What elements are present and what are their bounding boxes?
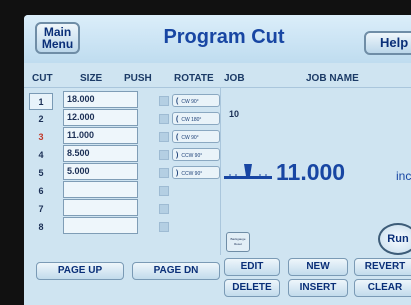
size-field[interactable]: 11.000 (63, 127, 138, 144)
main-menu-button[interactable]: Main Menu (35, 22, 80, 54)
revert-button[interactable]: REVERT (354, 258, 411, 276)
push-checkbox[interactable] (159, 204, 169, 214)
header-divider (24, 87, 411, 88)
backgauge-reset-button[interactable]: Backgauge Reset (226, 232, 250, 252)
push-checkbox[interactable] (159, 186, 169, 196)
rotate-button[interactable]: ) CCW 90° (172, 148, 220, 161)
rotate-button[interactable]: (CW 90° (172, 94, 220, 107)
new-button[interactable]: NEW (288, 258, 348, 276)
job-divider (220, 87, 221, 255)
current-position-value: 11.000 (276, 159, 346, 185)
cut-number[interactable]: 1 (29, 93, 53, 110)
help-button[interactable]: Help (364, 31, 411, 55)
push-checkbox[interactable] (159, 96, 169, 106)
column-header-rotate: ROTATE (174, 73, 214, 84)
rotate-ccw-icon: ) (176, 152, 179, 159)
rotate-button[interactable]: (CW 90° (172, 130, 220, 143)
rotate-cw-icon: ( (176, 116, 179, 123)
job-number: 10 (229, 109, 240, 119)
insert-button[interactable]: INSERT (288, 279, 348, 297)
title-bar: Main Menu Program Cut Help (24, 15, 411, 63)
rotate-ccw-icon: ) (176, 170, 179, 177)
size-field[interactable] (63, 217, 138, 234)
size-field[interactable] (63, 181, 138, 198)
size-field[interactable]: 5.000 (63, 163, 138, 180)
screen: Main Menu Program Cut Help CUT SIZE PUSH… (24, 15, 411, 305)
edit-button[interactable]: EDIT (224, 258, 280, 276)
rotate-cw-icon: ( (176, 134, 179, 141)
cut-number[interactable]: 2 (29, 111, 53, 128)
push-checkbox[interactable] (159, 132, 169, 142)
cut-number[interactable]: 4 (29, 147, 53, 164)
column-header-push: PUSH (124, 73, 152, 84)
clear-button[interactable]: CLEAR (354, 279, 411, 297)
page-title: Program Cut (163, 26, 285, 48)
cut-number[interactable]: 5 (29, 165, 53, 182)
push-checkbox[interactable] (159, 222, 169, 232)
page-up-button[interactable]: PAGE UP (36, 262, 124, 280)
cut-number[interactable]: 7 (29, 201, 53, 218)
position-unit: inch (396, 169, 411, 183)
column-header-size: SIZE (80, 73, 103, 84)
column-header-job: JOB (224, 73, 245, 84)
size-field[interactable]: 8.500 (63, 145, 138, 162)
size-field[interactable]: 18.000 (63, 91, 138, 108)
rotate-cw-icon: ( (176, 98, 179, 105)
page-down-button[interactable]: PAGE DN (132, 262, 220, 280)
delete-button[interactable]: DELETE (224, 279, 280, 297)
rotate-button[interactable]: (CW 180° (172, 112, 220, 125)
run-button[interactable]: Run (378, 223, 411, 255)
cut-number[interactable]: 8 (29, 219, 53, 236)
push-checkbox[interactable] (159, 114, 169, 124)
push-checkbox[interactable] (159, 150, 169, 160)
backgauge-position-icon (224, 164, 272, 179)
size-field[interactable] (63, 199, 138, 216)
push-checkbox[interactable] (159, 168, 169, 178)
rotate-button[interactable]: ) CCW 90° (172, 166, 220, 179)
cut-number-active[interactable]: 3 (29, 129, 53, 146)
cut-number[interactable]: 6 (29, 183, 53, 200)
size-field[interactable]: 12.000 (63, 109, 138, 126)
column-header-cut: CUT (32, 73, 53, 84)
column-header-job-name: JOB NAME (306, 73, 359, 84)
